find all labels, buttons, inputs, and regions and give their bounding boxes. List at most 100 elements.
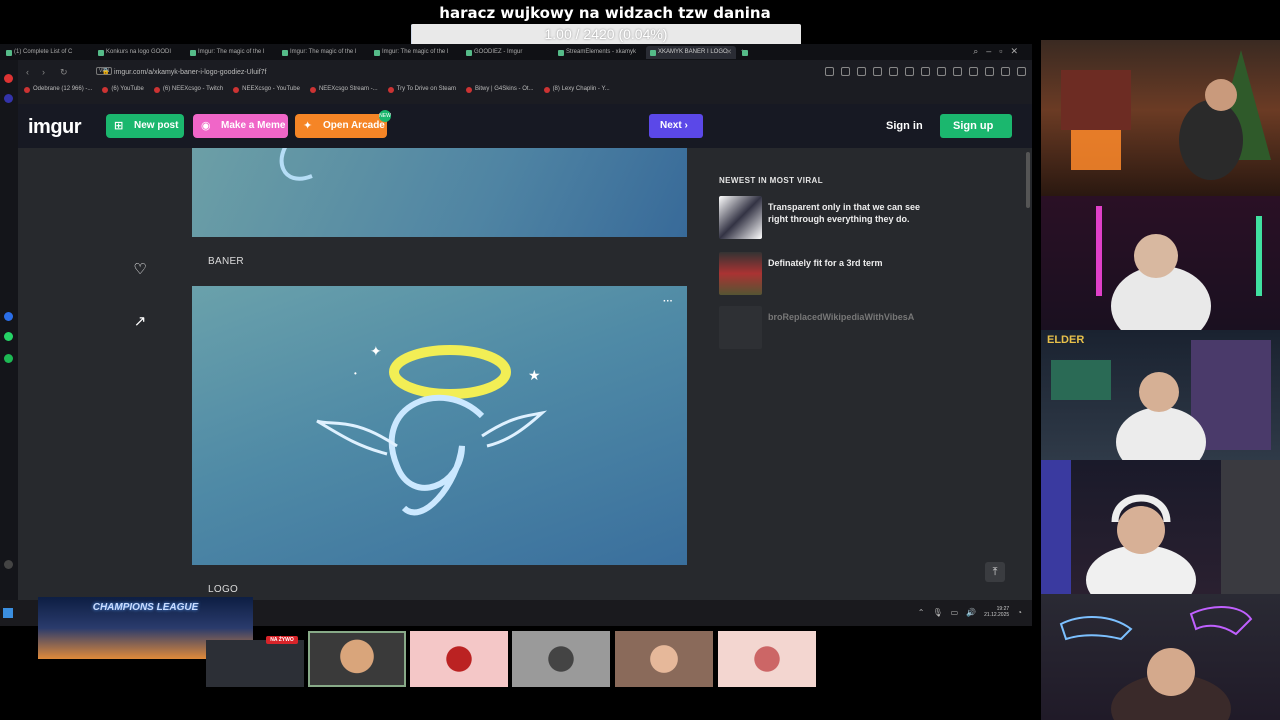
messenger-icon[interactable] — [4, 312, 13, 321]
extensions-bar — [825, 67, 1026, 76]
post-image-banner[interactable]: ··· ✦ ★ • — [192, 286, 687, 565]
browser-tab-active[interactable]: XKAMYK BANER I LOGO ✕ — [646, 45, 736, 59]
sign-up-button[interactable]: Sign up — [940, 114, 1012, 138]
browser-tab[interactable]: (1) Complete List of C — [2, 46, 92, 59]
maximize-icon[interactable]: ▫ — [999, 46, 1010, 56]
new-post-button[interactable]: ⊞ New post — [106, 114, 184, 138]
svg-text:✦: ✦ — [370, 343, 382, 359]
imgur-logo[interactable]: imgur — [28, 116, 82, 139]
angel-g-logo: ✦ ★ • — [316, 343, 548, 516]
clock[interactable]: 19:27 21.12.2025 — [984, 606, 1009, 618]
lock-icon: 🔒 — [102, 69, 110, 75]
window-thumbnail[interactable] — [410, 631, 508, 687]
plus-icon: ⊞ — [114, 120, 124, 132]
opera-icon[interactable] — [4, 74, 13, 83]
viral-heading: NEWEST IN MOST VIRAL — [719, 176, 823, 185]
plus-icon: + — [741, 48, 745, 55]
back-icon[interactable]: ‹ — [26, 67, 29, 77]
svg-text:•: • — [354, 369, 357, 378]
tab-label: Imgur: The magic of the I — [290, 48, 357, 55]
url-field[interactable]: 🔒 imgur.com/a/xkamyk-baner-i-logo-goodie… — [78, 66, 818, 80]
new-tab-button[interactable]: + — [738, 46, 752, 59]
viral-sidebar: NEWEST IN MOST VIRAL Transparent only in… — [719, 176, 929, 349]
windows-start-icon[interactable] — [3, 608, 13, 618]
tab-label: StreamElements - xkamyk — [566, 48, 637, 55]
volume-icon[interactable]: 🔊 — [966, 608, 976, 617]
window-thumbnail[interactable] — [615, 631, 713, 687]
close-window-icon[interactable]: ✕ — [1010, 46, 1026, 56]
webcam-3: ELDER — [1041, 330, 1280, 460]
webcam-4 — [1041, 460, 1280, 594]
extension-icon[interactable] — [889, 67, 898, 76]
download-icon[interactable] — [953, 67, 962, 76]
share-icon[interactable]: ↗ — [130, 312, 150, 332]
bookmark-item[interactable]: (8) Lexy Chaplin - Y... — [543, 86, 610, 100]
scroll-to-top-button[interactable]: ⤒ — [985, 562, 1005, 582]
next-button[interactable]: Next › — [649, 114, 703, 138]
viral-thumbnail — [719, 196, 762, 239]
browser-tab[interactable]: StreamElements - xkamyk — [554, 46, 644, 59]
window-thumbnail[interactable] — [512, 631, 610, 687]
search-tabs-icon[interactable]: ⌕ — [973, 46, 986, 56]
ai-icon[interactable] — [1017, 67, 1026, 76]
tab-label: XKAMYK BANER I LOGO — [658, 48, 728, 55]
display-icon[interactable]: ▭ — [951, 608, 959, 617]
whatsapp-icon[interactable] — [4, 332, 13, 341]
sign-in-link[interactable]: Sign in — [886, 120, 923, 132]
url-text: imgur.com/a/xkamyk-baner-i-logo-goodiez-… — [114, 69, 267, 76]
spotify-icon[interactable] — [4, 354, 13, 363]
open-arcade-button[interactable]: ✦ Open Arcade — [295, 114, 387, 138]
webcam-overlay-tag: ELDER — [1047, 334, 1085, 346]
forward-icon[interactable]: › — [42, 67, 45, 77]
zoom-icon[interactable] — [825, 67, 834, 76]
notification-icon[interactable]: ◔ — [1017, 608, 1022, 617]
bookmark-icon[interactable] — [937, 67, 946, 76]
post-image-partial[interactable] — [192, 148, 687, 237]
menu-icon[interactable] — [969, 67, 978, 76]
live-preview-thumbnail[interactable] — [206, 640, 304, 687]
gaming-room-graphic — [1096, 206, 1262, 330]
bookmark-item[interactable]: (6) YouTube — [102, 86, 144, 100]
make-meme-button[interactable]: ◉ Make a Meme — [193, 114, 288, 138]
sidebar-icon[interactable] — [4, 94, 13, 103]
aria-icon[interactable] — [1001, 67, 1010, 76]
play-icon[interactable] — [905, 67, 914, 76]
browser-tab[interactable]: Konkurs na logo GOODI — [94, 46, 184, 59]
profile-icon[interactable] — [985, 67, 994, 76]
logo-swoosh-graphic — [279, 148, 313, 181]
bookmark-item[interactable]: Bitwy | G4Skins - Ot... — [465, 86, 534, 100]
next-label: Next — [660, 120, 682, 131]
heart-icon[interactable]: ♡ — [130, 260, 150, 280]
browser-tab[interactable]: Imgur: The magic of the I — [278, 46, 368, 59]
shield-icon[interactable] — [873, 67, 882, 76]
browser-sidebar — [0, 60, 18, 600]
browser-tab-bar: (1) Complete List of C Konkurs na logo G… — [0, 44, 1032, 60]
browser-tab[interactable]: Imgur: The magic of the I — [186, 46, 276, 59]
browser-tab[interactable]: GOODIEZ - Imgur — [462, 46, 552, 59]
camera-icon[interactable] — [857, 67, 866, 76]
more-options-icon[interactable]: ··· — [663, 296, 673, 307]
bookmark-item[interactable]: NEEXcsgo Stream -... — [309, 86, 378, 100]
reload-icon[interactable]: ↻ — [60, 67, 68, 78]
scroll-thumb[interactable] — [1026, 152, 1030, 208]
window-thumbnail[interactable] — [308, 631, 406, 687]
close-icon[interactable]: ✕ — [726, 48, 732, 56]
microphone-icon[interactable]: 🎙 — [932, 608, 942, 617]
headset-streamer-graphic — [1041, 460, 1280, 594]
bookmark-item[interactable]: NEEXcsgo - YouTube — [233, 86, 300, 100]
banner-text: CHAMPIONS LEAGUE — [92, 602, 199, 613]
window-thumbnail[interactable] — [718, 631, 816, 687]
screenshot-icon[interactable] — [841, 67, 850, 76]
bookmark-item[interactable]: (6) NEEXcsgo - Twitch — [153, 86, 223, 100]
webcam-2 — [1041, 196, 1280, 330]
bookmark-item[interactable]: Try To Drive on Steam — [387, 86, 456, 100]
heart-icon[interactable] — [921, 67, 930, 76]
scrollbar[interactable] — [1024, 148, 1032, 600]
chevron-up-icon[interactable]: ⌃ — [918, 608, 925, 617]
live-badge: NA ŻYWO — [266, 636, 298, 644]
system-tray: ⌃ 🎙 ▭ 🔊 19:27 21.12.2025 ◔ — [918, 606, 1022, 618]
browser-tab[interactable]: Imgur: The magic of the I — [370, 46, 460, 59]
settings-icon[interactable] — [4, 560, 13, 569]
bookmark-item[interactable]: Odebrane (12 966) -... — [24, 86, 92, 100]
minimize-icon[interactable]: – — [986, 46, 999, 56]
